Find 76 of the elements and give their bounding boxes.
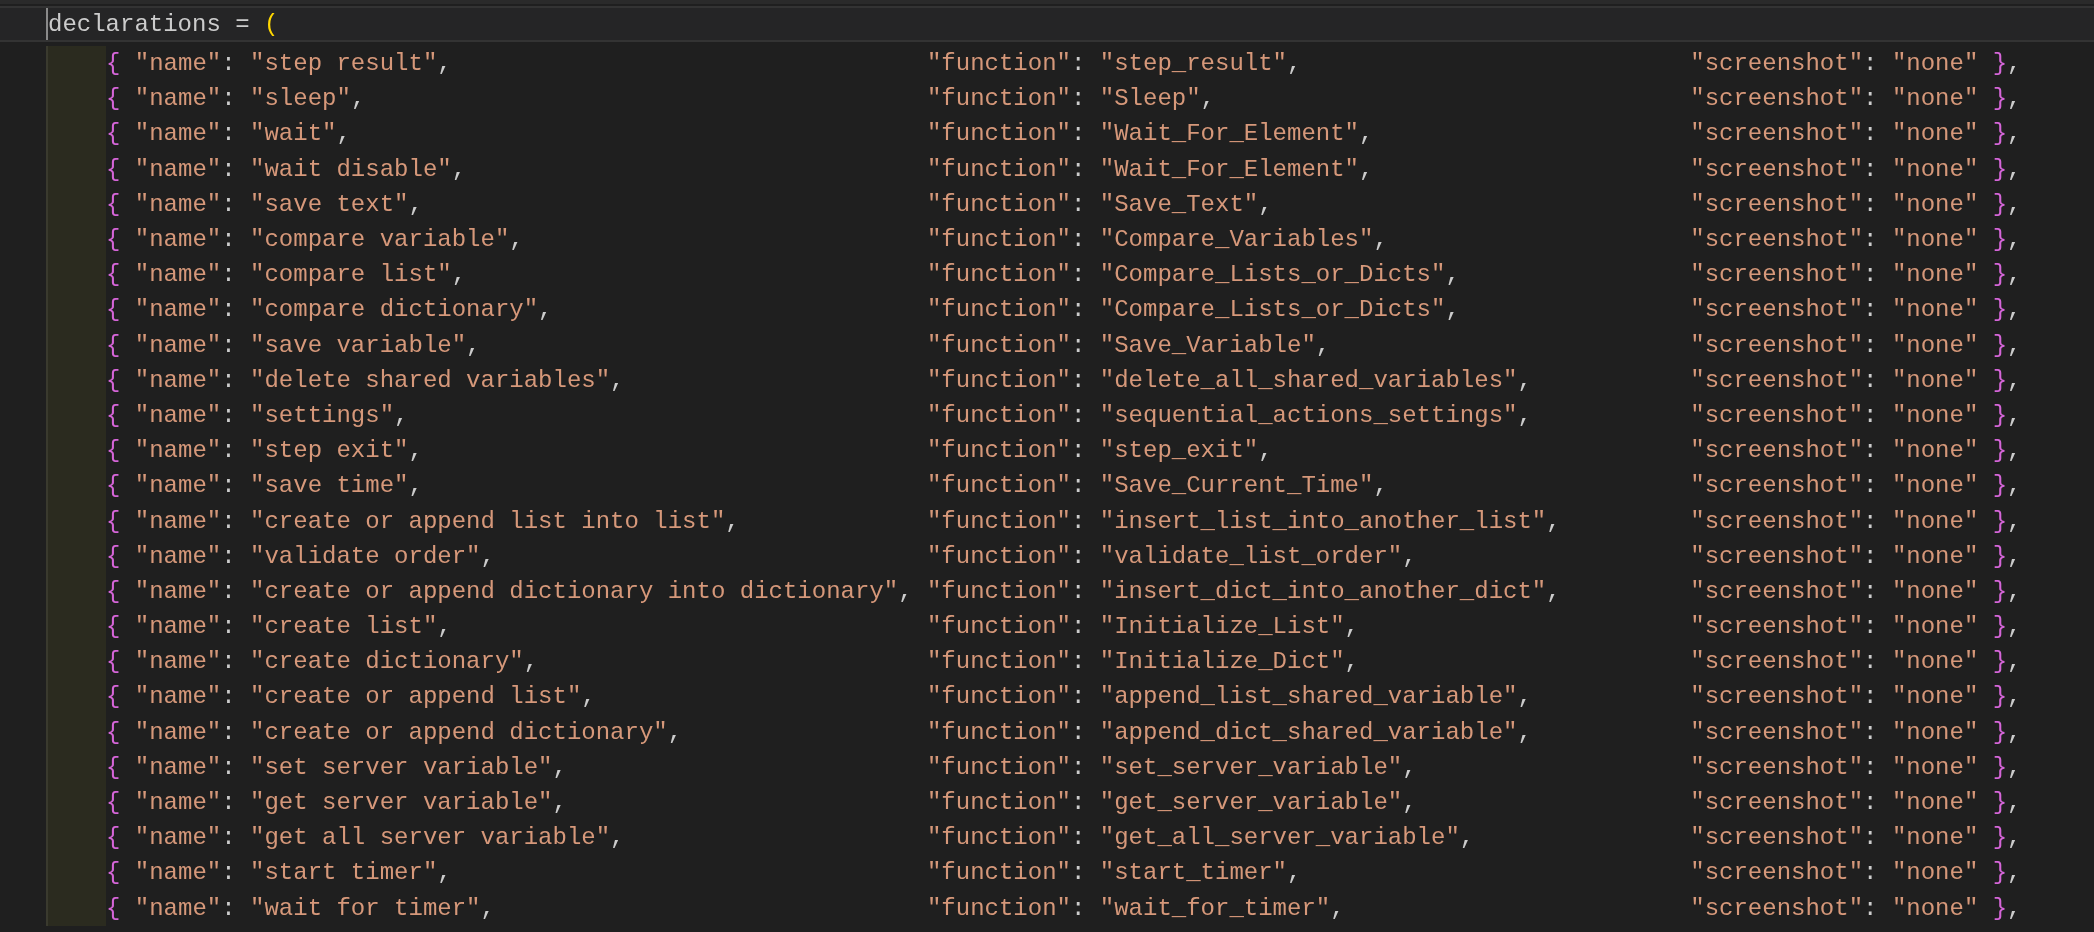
code-text: "screenshot": "none" }, [1690,190,2022,218]
code-text: { "name": "start timer", [106,859,453,887]
code-text: { "name": "step result", [106,50,453,78]
code-text: "screenshot": "none" }, [1690,437,2022,465]
code-text: { "name": "compare list", [106,261,468,289]
code-text: "screenshot": "none" }, [1690,859,2022,887]
code-text: { "name": "compare dictionary", [106,296,554,324]
code-text: "function": "Save_Variable", [926,331,1332,359]
code-text: "screenshot": "none" }, [1690,120,2022,148]
code-text: "screenshot": "none" }, [1690,50,2022,78]
code-text: "screenshot": "none" }, [1690,296,2022,324]
code-text: "screenshot": "none" }, [1690,507,2022,535]
code-text: "function": "Initialize_List", [926,613,1360,641]
code-text: { "name": "wait", [106,120,352,148]
code-text: "function": "Compare_Lists_or_Dicts", [926,296,1461,324]
code-text: { "name": "get all server variable", [106,824,626,852]
code-text: "screenshot": "none" }, [1690,577,2022,605]
code-text: "function": "Initialize_Dict", [926,648,1360,676]
code-line: declarations = ( [48,10,279,38]
code-text: "screenshot": "none" }, [1690,261,2022,289]
code-text: "function": "get_server_variable", [926,789,1418,817]
code-text: "function": "Sleep", [926,85,1216,113]
code-text: "screenshot": "none" }, [1690,718,2022,746]
code-text: "function": "insert_list_into_another_list", [926,507,1562,535]
code-text: { "name": "settings", [106,401,410,429]
code-text: "function": "get_all_server_variable", [926,824,1476,852]
code-text: "function": "Wait_For_Element", [926,155,1375,183]
code-text: "function": "wait_for_timer", [926,894,1346,922]
code-text: "function": "Compare_Lists_or_Dicts", [926,261,1461,289]
code-text: { "name": "validate order", [106,542,496,570]
code-text: "screenshot": "none" }, [1690,753,2022,781]
code-text: "function": "validate_list_order", [926,542,1418,570]
code-text: { "name": "create or append dictionary", [106,718,684,746]
code-text: "screenshot": "none" }, [1690,155,2022,183]
code-text: { "name": "delete shared variables", [106,366,626,394]
code-text: { "name": "create list", [106,613,453,641]
code-text: "function": "step_result", [926,50,1303,78]
code-text: "screenshot": "none" }, [1690,472,2022,500]
code-text: { "name": "get server variable", [106,789,568,817]
code-text: "function": "Save_Text", [926,190,1274,218]
code-text: "screenshot": "none" }, [1690,331,2022,359]
code-text: "function": "set_server_variable", [926,753,1418,781]
code-text: { "name": "compare variable", [106,226,525,254]
code-text: "function": "step_exit", [926,437,1274,465]
code-text: "function": "append_dict_shared_variable", [926,718,1533,746]
code-text: { "name": "step exit", [106,437,424,465]
code-text: { "name": "create or append list into list", [106,507,741,535]
code-text: { "name": "save time", [106,472,424,500]
code-text: "screenshot": "none" }, [1690,683,2022,711]
code-text: { "name": "wait disable", [106,155,468,183]
code-text: "function": "sequential_actions_settings", [926,401,1533,429]
code-text: "function": "Save_Current_Time", [926,472,1389,500]
code-text: { "name": "create or append dictionary into dictionary", [106,577,914,605]
code-text: "function": "insert_dict_into_another_dict", [926,577,1562,605]
code-text: { "name": "set server variable", [106,753,568,781]
code-text: "function": "delete_all_shared_variables", [926,366,1533,394]
code-text: "screenshot": "none" }, [1690,85,2022,113]
code-text: { "name": "create or append list", [106,683,597,711]
code-text: "screenshot": "none" }, [1690,613,2022,641]
code-text: { "name": "sleep", [106,85,367,113]
code-text: "screenshot": "none" }, [1690,789,2022,817]
code-text: { "name": "save text", [106,190,424,218]
code-text: { "name": "create dictionary", [106,648,540,676]
code-text: "function": "append_list_shared_variable", [926,683,1533,711]
code-text: "screenshot": "none" }, [1690,366,2022,394]
code-text: "screenshot": "none" }, [1690,226,2022,254]
code-text: { "name": "wait for timer", [106,894,496,922]
code-text: "screenshot": "none" }, [1690,824,2022,852]
code-text: "screenshot": "none" }, [1690,401,2022,429]
code-text: "function": "Wait_For_Element", [926,120,1375,148]
code-text: "function": "start_timer", [926,859,1303,887]
code-text: "screenshot": "none" }, [1690,894,2022,922]
code-text: "screenshot": "none" }, [1690,648,2022,676]
code-text: "screenshot": "none" }, [1690,542,2022,570]
code-text: { "name": "save variable", [106,331,482,359]
code-text: "function": "Compare_Variables", [926,226,1389,254]
